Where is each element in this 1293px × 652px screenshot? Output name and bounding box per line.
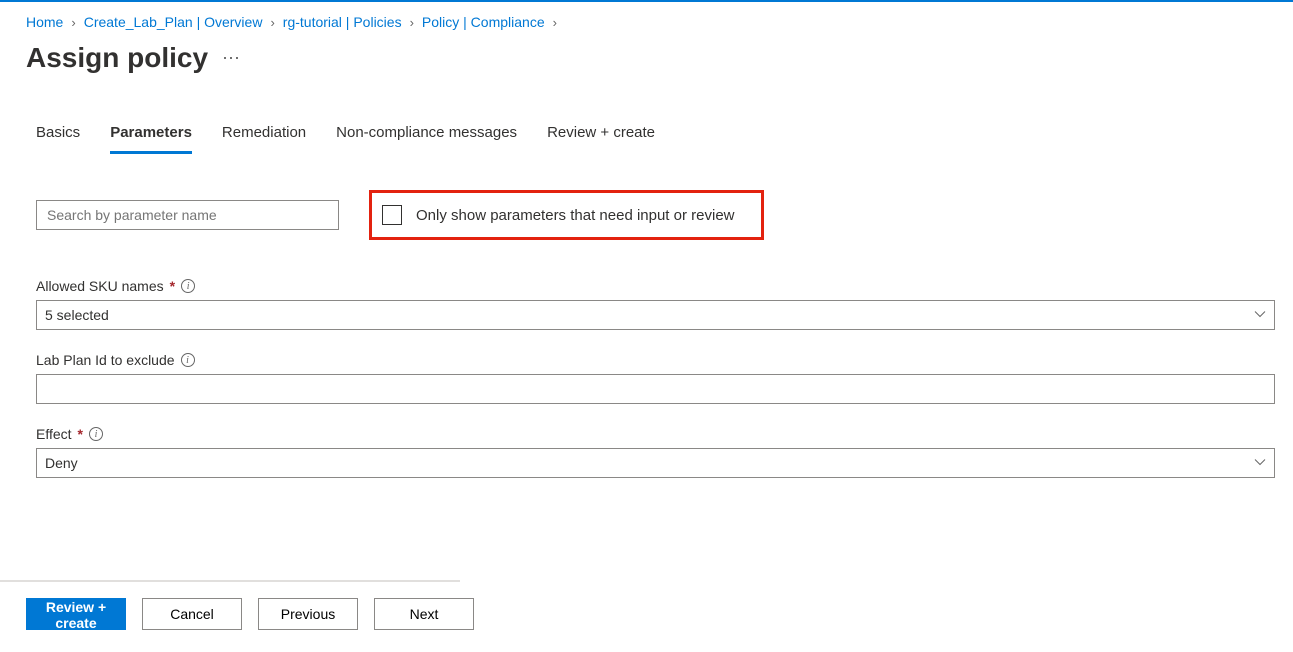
chevron-right-icon: › [553,15,557,30]
lab-plan-exclude-label: Lab Plan Id to exclude [36,352,175,368]
required-asterisk: * [78,426,83,442]
field-label-row: Lab Plan Id to exclude i [36,352,1275,368]
allowed-sku-select[interactable]: 5 selected [36,300,1275,330]
breadcrumb-rg-tutorial[interactable]: rg-tutorial | Policies [283,14,402,30]
info-icon[interactable]: i [181,353,195,367]
tab-basics[interactable]: Basics [36,124,80,154]
chevron-right-icon: › [270,15,274,30]
chevron-right-icon: › [410,15,414,30]
info-icon[interactable]: i [89,427,103,441]
more-icon[interactable]: ⋯ [222,48,241,69]
only-show-needed-group: Only show parameters that need input or … [369,190,764,240]
allowed-sku-value: 5 selected [45,307,109,323]
lab-plan-exclude-input[interactable] [36,374,1275,404]
tab-remediation[interactable]: Remediation [222,124,306,154]
chevron-right-icon: › [71,15,75,30]
tab-review-create[interactable]: Review + create [547,124,655,154]
chevron-down-icon [1254,455,1266,471]
allowed-sku-label: Allowed SKU names [36,278,164,294]
field-label-row: Allowed SKU names * i [36,278,1275,294]
effect-value: Deny [45,455,78,471]
only-show-needed-checkbox[interactable] [382,205,402,225]
field-label-row: Effect * i [36,426,1275,442]
tab-parameters[interactable]: Parameters [110,124,192,154]
breadcrumb: Home › Create_Lab_Plan | Overview › rg-t… [0,2,1293,38]
review-create-button[interactable]: Review + create [26,598,126,630]
breadcrumb-lab-plan[interactable]: Create_Lab_Plan | Overview [84,14,263,30]
footer-actions: Review + create Cancel Previous Next [0,581,460,630]
info-icon[interactable]: i [181,279,195,293]
search-row: Only show parameters that need input or … [36,190,1275,240]
field-allowed-sku: Allowed SKU names * i 5 selected [36,278,1275,330]
chevron-down-icon [1254,307,1266,323]
cancel-button[interactable]: Cancel [142,598,242,630]
breadcrumb-home[interactable]: Home [26,14,63,30]
page-title: Assign policy [26,42,208,74]
effect-label: Effect [36,426,72,442]
only-show-needed-label: Only show parameters that need input or … [416,207,735,224]
search-input[interactable] [36,200,339,230]
page-header: Assign policy ⋯ [0,42,1293,74]
required-asterisk: * [170,278,175,294]
tab-non-compliance[interactable]: Non-compliance messages [336,124,517,154]
field-effect: Effect * i Deny [36,426,1275,478]
previous-button[interactable]: Previous [258,598,358,630]
field-lab-plan-exclude: Lab Plan Id to exclude i [36,352,1275,404]
next-button[interactable]: Next [374,598,474,630]
breadcrumb-policy-compliance[interactable]: Policy | Compliance [422,14,545,30]
tabs: Basics Parameters Remediation Non-compli… [0,124,1293,154]
content-area: Only show parameters that need input or … [0,154,1293,478]
effect-select[interactable]: Deny [36,448,1275,478]
